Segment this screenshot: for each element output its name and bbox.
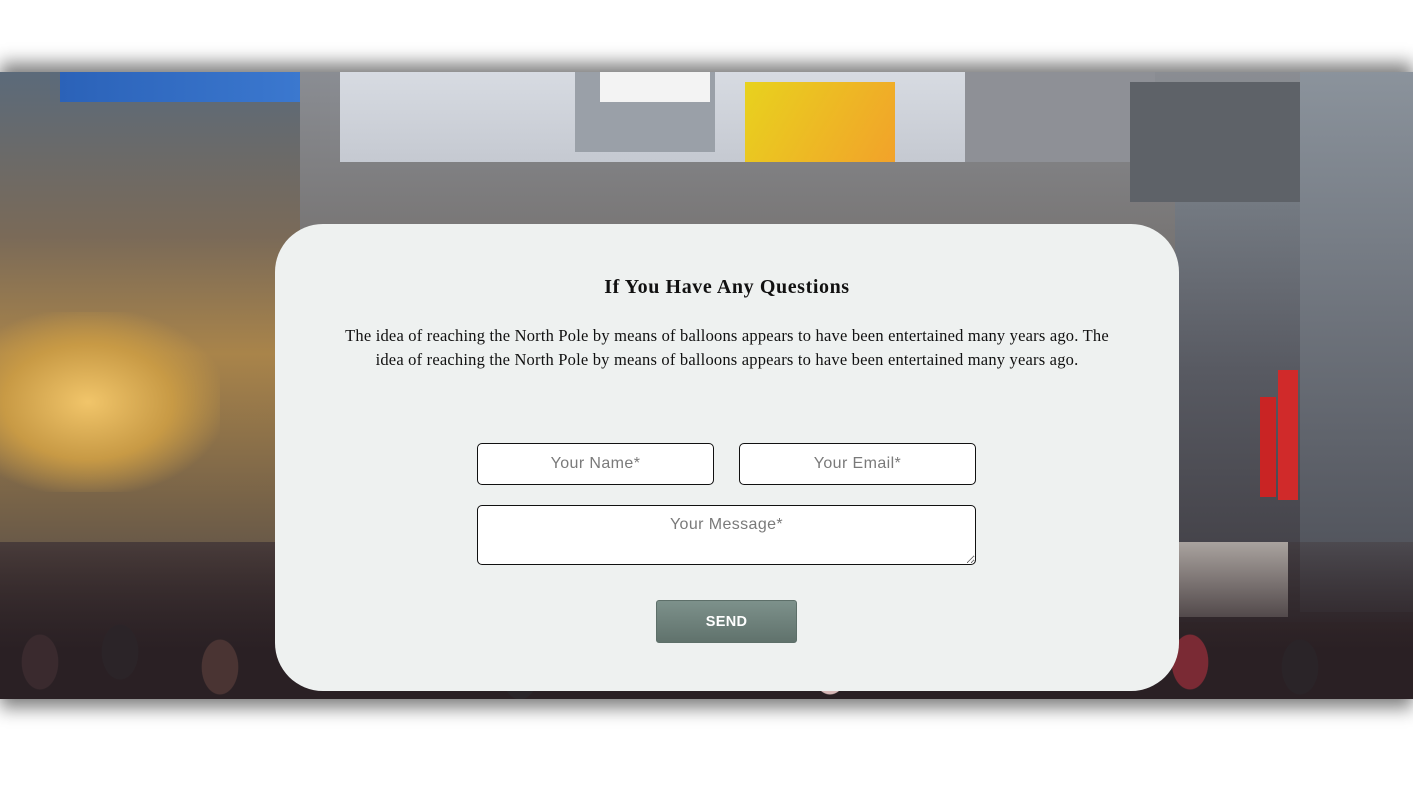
background-storefront-sign <box>1130 82 1300 202</box>
background-billboard-yellow <box>745 82 895 162</box>
name-field[interactable] <box>477 443 714 485</box>
message-field[interactable] <box>477 505 976 565</box>
background-signboard <box>60 72 300 102</box>
background-red-sign-small <box>1260 397 1276 497</box>
contact-form-card: If You Have Any Questions The idea of re… <box>275 224 1179 691</box>
background-storefront-glow <box>0 312 220 492</box>
contact-description: The idea of reaching the North Pole by m… <box>345 326 1109 369</box>
contact-banner: If You Have Any Questions The idea of re… <box>0 72 1413 699</box>
background-building-center-right <box>965 72 1155 162</box>
contact-title: If You Have Any Questions <box>604 276 850 298</box>
background-billboard <box>600 72 710 102</box>
email-field[interactable] <box>739 443 976 485</box>
send-button[interactable]: SEND <box>656 600 797 643</box>
background-red-sign <box>1278 370 1298 500</box>
background-tower-right <box>1300 72 1413 612</box>
